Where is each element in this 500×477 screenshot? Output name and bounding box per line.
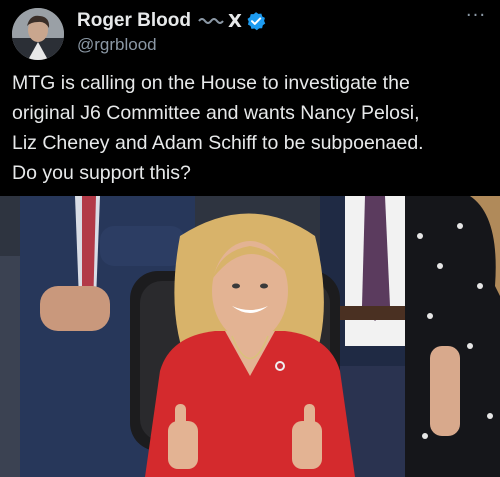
post[interactable]: Roger Blood X @rgrblood ··· MTG is calli… <box>0 0 500 477</box>
more-horizontal-icon: ··· <box>465 5 487 26</box>
x-logo-icon: X <box>228 10 242 32</box>
author-display-name[interactable]: Roger Blood <box>77 10 191 32</box>
author-name-row: Roger Blood X <box>77 9 266 33</box>
background-person-far-right <box>405 196 500 477</box>
post-text-line: Do you support this? <box>12 162 191 184</box>
verified-badge-icon <box>247 12 266 31</box>
post-text: MTG is calling on the House to investiga… <box>12 68 494 188</box>
post-text-line: Liz Cheney and Adam Schiff to be subpoen… <box>12 132 424 154</box>
avatar[interactable] <box>12 8 64 60</box>
post-header: Roger Blood X @rgrblood ··· <box>0 0 500 64</box>
post-text-line: MTG is calling on the House to investiga… <box>12 72 410 94</box>
author-handle[interactable]: @rgrblood <box>77 35 157 55</box>
post-image[interactable] <box>0 196 500 477</box>
more-options-button[interactable]: ··· <box>462 6 490 28</box>
wave-emoji-icon <box>198 18 224 24</box>
post-text-line: original J6 Committee and wants Nancy Pe… <box>12 102 420 124</box>
